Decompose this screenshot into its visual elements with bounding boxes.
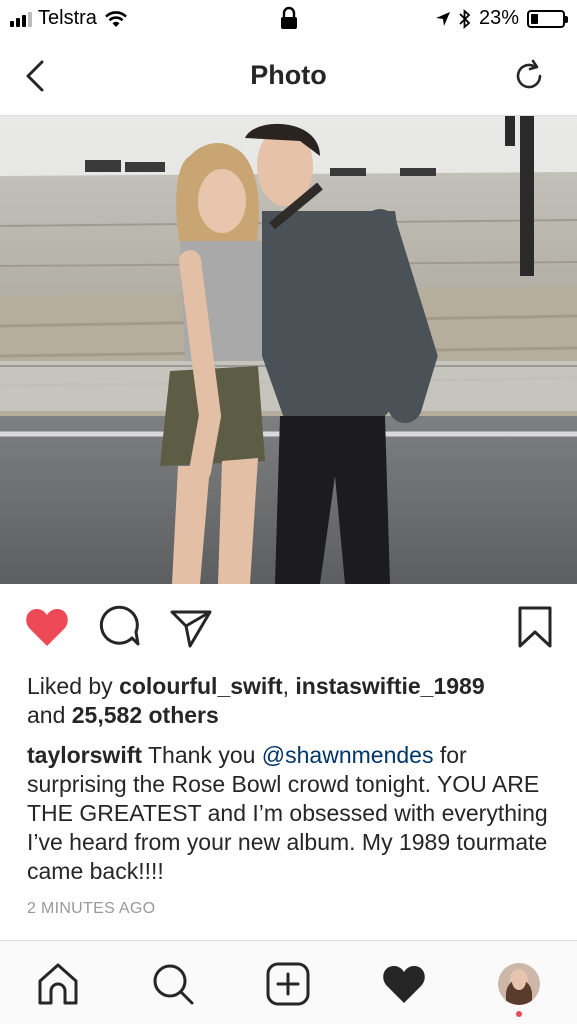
likes-separator: , xyxy=(282,673,296,699)
page-title: Photo xyxy=(250,60,327,90)
battery-icon xyxy=(527,9,568,28)
status-left: Telstra xyxy=(10,7,129,30)
likes-prefix: Liked by xyxy=(27,673,120,699)
post-actions xyxy=(0,604,577,652)
carrier-name: Telstra xyxy=(38,7,97,29)
lock-icon xyxy=(280,6,298,36)
signal-icon xyxy=(10,11,32,27)
add-post-icon[interactable] xyxy=(265,961,311,1007)
refresh-icon[interactable] xyxy=(511,58,547,94)
liker-username[interactable]: instaswiftie_1989 xyxy=(295,673,484,699)
post-photo[interactable] xyxy=(0,116,577,584)
status-right: 23% xyxy=(435,7,568,30)
likes-summary: Liked by colourful_swift, instaswiftie_1… xyxy=(27,672,557,730)
battery-percent: 23% xyxy=(478,7,519,29)
likes-others-link[interactable]: 25,582 others xyxy=(72,702,219,728)
notification-dot xyxy=(516,1011,522,1017)
caption-mention[interactable]: @shawnmendes xyxy=(262,742,434,768)
bluetooth-icon xyxy=(459,8,471,29)
caption-text: Thank you xyxy=(142,742,262,768)
search-icon[interactable] xyxy=(150,961,196,1007)
post-caption: taylorswift Thank you @shawnmendes for s… xyxy=(27,741,557,886)
location-icon xyxy=(435,11,450,26)
post-timestamp: 2 MINUTES AGO xyxy=(27,900,156,917)
profile-avatar[interactable] xyxy=(498,963,540,1005)
activity-heart-icon[interactable] xyxy=(381,961,427,1007)
bottom-tab-bar xyxy=(0,940,577,1024)
heart-filled-icon[interactable] xyxy=(24,604,70,650)
wifi-icon xyxy=(104,10,127,27)
status-bar: Telstra 23% xyxy=(0,0,577,38)
likes-and: and xyxy=(27,702,72,728)
bookmark-icon[interactable] xyxy=(512,604,558,650)
photo-illustration xyxy=(0,116,577,584)
nav-bar: Photo xyxy=(0,38,577,116)
caption-username[interactable]: taylorswift xyxy=(27,742,142,768)
home-icon[interactable] xyxy=(35,961,81,1007)
paper-plane-icon[interactable] xyxy=(168,604,214,650)
liker-username[interactable]: colourful_swift xyxy=(119,673,283,699)
comment-icon[interactable] xyxy=(96,604,142,650)
